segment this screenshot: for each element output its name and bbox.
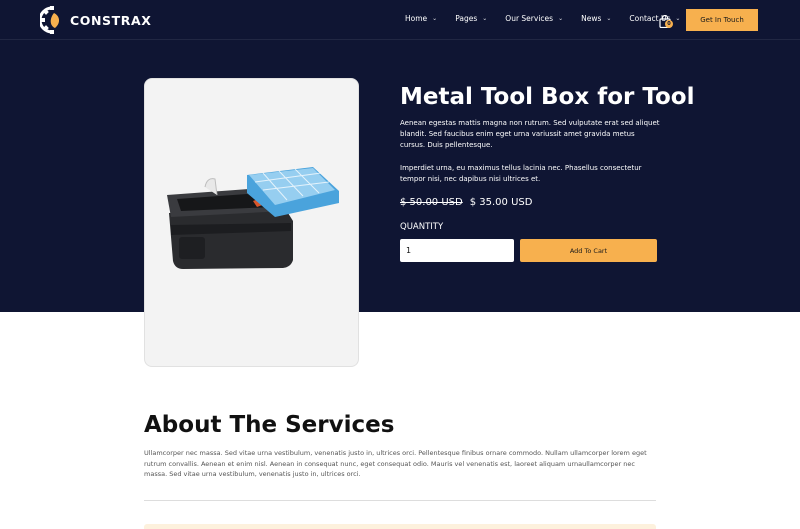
nav-item-pages[interactable]: Pages ⌄ [455, 14, 487, 23]
about-section-title: About The Services [144, 412, 395, 438]
cart-button[interactable]: 0 [659, 13, 673, 29]
nav-item-home[interactable]: Home ⌄ [405, 14, 437, 23]
next-section-edge [144, 524, 656, 529]
product-title: Metal Tool Box for Tool [400, 84, 695, 110]
product-image-card [144, 78, 359, 367]
gear-logo-icon [40, 6, 60, 34]
nav-item-label: Pages [455, 14, 478, 23]
price-row: $ 50.00 USD $ 35.00 USD [400, 197, 660, 208]
brand-logo[interactable]: CONSTRAX [40, 5, 152, 35]
chevron-down-icon: ⌄ [482, 15, 488, 22]
old-price: $ 50.00 USD [400, 197, 463, 208]
quantity-label: QUANTITY [400, 222, 444, 232]
product-details: Metal Tool Box for Tool Aenean egestas m… [400, 82, 695, 262]
chevron-down-icon: ⌄ [675, 15, 681, 22]
chevron-down-icon: ⌄ [606, 15, 612, 22]
navbar: CONSTRAX Home ⌄ Pages ⌄ Our Services ⌄ N… [0, 0, 800, 40]
add-to-cart-form: Add To Cart [400, 239, 657, 262]
chevron-down-icon: ⌄ [558, 15, 564, 22]
about-section-text: Ullamcorper nec massa. Sed vitae urna ve… [144, 449, 647, 478]
tool-box-image [167, 167, 339, 269]
main-menu: Home ⌄ Pages ⌄ Our Services ⌄ News ⌄ Con… [405, 14, 698, 23]
chevron-down-icon: ⌄ [432, 15, 438, 22]
product-description-secondary: Imperdiet urna, eu maximus tellus lacini… [400, 164, 642, 183]
nav-item-news[interactable]: News ⌄ [581, 14, 611, 23]
nav-item-label: Home [405, 14, 428, 23]
brand-name: CONSTRAX [70, 12, 152, 28]
quantity-input[interactable] [400, 239, 514, 262]
get-in-touch-button[interactable]: Get In Touch [686, 9, 758, 31]
nav-item-label: News [581, 14, 602, 23]
add-to-cart-button[interactable]: Add To Cart [520, 239, 657, 262]
nav-item-label: Our Services [505, 14, 554, 23]
section-divider [144, 500, 656, 501]
current-price: $ 35.00 USD [469, 197, 533, 208]
nav-item-our-services[interactable]: Our Services ⌄ [505, 14, 563, 23]
cart-count-badge: 0 [665, 20, 673, 28]
product-description: Aenean egestas mattis magna non rutrum. … [400, 119, 660, 149]
